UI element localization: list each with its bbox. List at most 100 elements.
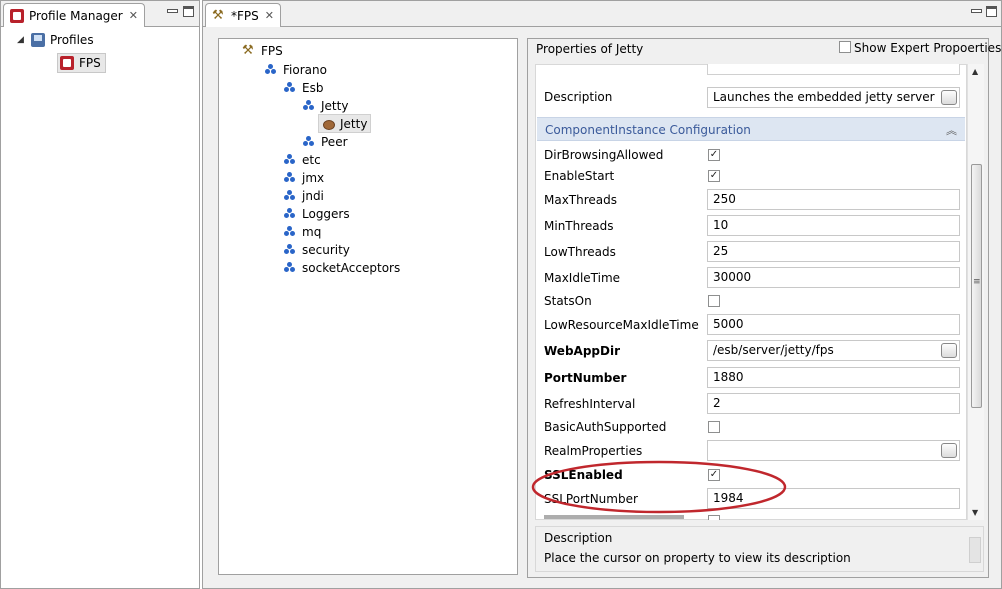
ellipsis-button[interactable] [941, 443, 957, 458]
tab-fps-label: *FPS [231, 8, 259, 23]
tree-item-label: FPS [261, 44, 283, 58]
collapse-icon[interactable]: ︽ [946, 122, 957, 138]
prop-field-description[interactable]: Launches the embedded jetty server [707, 87, 960, 108]
fps-profile-icon [60, 56, 74, 70]
tree-item-label: Loggers [302, 207, 350, 221]
scroll-down-icon[interactable]: ▼ [972, 508, 978, 517]
prop-label-description: Description [544, 90, 613, 104]
profile-manager-icon [10, 8, 24, 23]
expand-arrow-icon[interactable]: ◢ [17, 35, 27, 45]
tree-item-label: Jetty [321, 99, 349, 113]
editor-tabbar: ⚒ *FPS ✕ [203, 1, 1001, 27]
tree-item-label: security [302, 243, 350, 257]
prop-label-basicauthsupported: BasicAuthSupported [544, 420, 667, 434]
component-icon [283, 81, 297, 95]
scrollbar-thumb[interactable]: ≡ [971, 164, 982, 408]
tree-item-etc[interactable]: etc [283, 151, 321, 169]
prop-field-portnumber[interactable]: 1880 [707, 367, 960, 388]
tree-item-jetty-selected[interactable]: Jetty [318, 114, 372, 133]
prop-label-portnumber: PortNumber [544, 371, 627, 385]
component-icon [283, 171, 297, 185]
tree-item-fps[interactable]: FPS [57, 53, 106, 73]
prop-label-maxidletime: MaxIdleTime [544, 271, 621, 285]
prop-checkbox-dirbrowsingallowed[interactable]: ✓ [708, 149, 720, 161]
tree-item-esb[interactable]: Esb [283, 79, 323, 97]
tree-item-peer[interactable]: Peer [302, 133, 348, 151]
tree-item-profiles[interactable]: ◢ Profiles [17, 31, 94, 49]
tree-item-label: jndi [302, 189, 324, 203]
prop-label-enablestart: EnableStart [544, 169, 615, 183]
prop-field-lowthreads[interactable]: 25 [707, 241, 960, 262]
prop-field-webappdir[interactable]: /esb/server/jetty/fps [707, 340, 960, 361]
tree-item-label: jmx [302, 171, 325, 185]
bean-icon [321, 117, 335, 131]
description-scroll-grip[interactable] [969, 537, 981, 563]
profiles-icon [31, 33, 45, 47]
prop-checkbox-statson[interactable] [708, 295, 720, 307]
tree-item-jetty-group[interactable]: Jetty [302, 97, 348, 115]
tools-icon: ⚒ [242, 43, 254, 58]
tab-fps[interactable]: ⚒ *FPS ✕ [205, 3, 281, 27]
minimize-icon[interactable] [166, 6, 178, 17]
close-icon[interactable]: ✕ [129, 9, 138, 22]
prop-field-lowresourcemaxidletime[interactable]: 5000 [707, 314, 960, 335]
tree-item-socketacceptors[interactable]: socketAcceptors [283, 259, 400, 277]
component-icon [302, 135, 316, 149]
prop-field-refreshinterval[interactable]: 2 [707, 393, 960, 414]
partial-row-field [707, 64, 960, 75]
grip-icon: ≡ [973, 277, 981, 287]
prop-label-lowresourcemaxidletime: LowResourceMaxIdleTime [544, 318, 699, 332]
tree-item-fps-root[interactable]: ⚒ FPS [242, 42, 283, 60]
prop-checkbox-enablestart[interactable]: ✓ [708, 170, 720, 182]
prop-checkbox-basicauthsupported[interactable] [708, 421, 720, 433]
prop-value: Launches the embedded jetty server [713, 90, 935, 104]
prop-field-minthreads[interactable]: 10 [707, 215, 960, 236]
ellipsis-button[interactable] [941, 343, 957, 358]
ellipsis-button[interactable] [941, 90, 957, 105]
prop-field-maxthreads[interactable]: 250 [707, 189, 960, 210]
tree-item-jmx[interactable]: jmx [283, 169, 324, 187]
tree-item-loggers[interactable]: Loggers [283, 205, 350, 223]
properties-title: Properties of Jetty [536, 42, 644, 56]
scroll-up-icon[interactable]: ▲ [972, 67, 978, 76]
prop-value: /esb/server/jetty/fps [713, 343, 834, 357]
tree-item-label: Profiles [50, 33, 94, 47]
splitter[interactable] [520, 38, 526, 575]
tree-item-label: Esb [302, 81, 324, 95]
component-icon [283, 207, 297, 221]
close-icon[interactable]: ✕ [265, 9, 274, 22]
section-header[interactable]: ComponentInstance Configuration ︽ [537, 117, 965, 141]
tree-item-security[interactable]: security [283, 241, 350, 259]
prop-label-refreshinterval: RefreshInterval [544, 397, 636, 411]
tree-item-fiorano[interactable]: Fiorano [264, 61, 327, 79]
tree-item-label: socketAcceptors [302, 261, 401, 275]
component-icon [283, 243, 297, 257]
description-text: Place the cursor on property to view its… [544, 551, 851, 565]
prop-label-minthreads: MinThreads [544, 219, 614, 233]
profile-manager-panel: Profile Manager ✕ ◢ Profiles FPS [0, 0, 200, 589]
tree-item-label: Fiorano [283, 63, 327, 77]
prop-label-webappdir: WebAppDir [544, 344, 620, 358]
prop-field-maxidletime[interactable]: 30000 [707, 267, 960, 288]
highlight-ellipse [531, 460, 787, 514]
tab-profile-manager[interactable]: Profile Manager ✕ [3, 3, 145, 27]
minimize-icon[interactable] [970, 6, 982, 17]
maximize-icon[interactable] [183, 6, 194, 17]
component-icon [283, 153, 297, 167]
description-panel: Description Place the cursor on property… [535, 526, 984, 572]
show-expert-label[interactable]: Show Expert Propoerties [854, 41, 1001, 55]
profile-manager-tabbar: Profile Manager ✕ [1, 1, 199, 27]
show-expert-checkbox[interactable] [839, 41, 851, 53]
tree-item-label: etc [302, 153, 321, 167]
tree-item-mq[interactable]: mq [283, 223, 321, 241]
maximize-icon[interactable] [986, 6, 997, 17]
tree-item-label: mq [302, 225, 322, 239]
tree-item-jndi[interactable]: jndi [283, 187, 324, 205]
vertical-scrollbar[interactable]: ▲ ≡ ▼ [967, 64, 984, 520]
prop-label-maxthreads: MaxThreads [544, 193, 618, 207]
prop-label-lowthreads: LowThreads [544, 245, 616, 259]
section-title: ComponentInstance Configuration [545, 123, 751, 137]
component-icon [283, 261, 297, 275]
component-icon [283, 225, 297, 239]
tools-icon: ⚒ [212, 7, 224, 23]
